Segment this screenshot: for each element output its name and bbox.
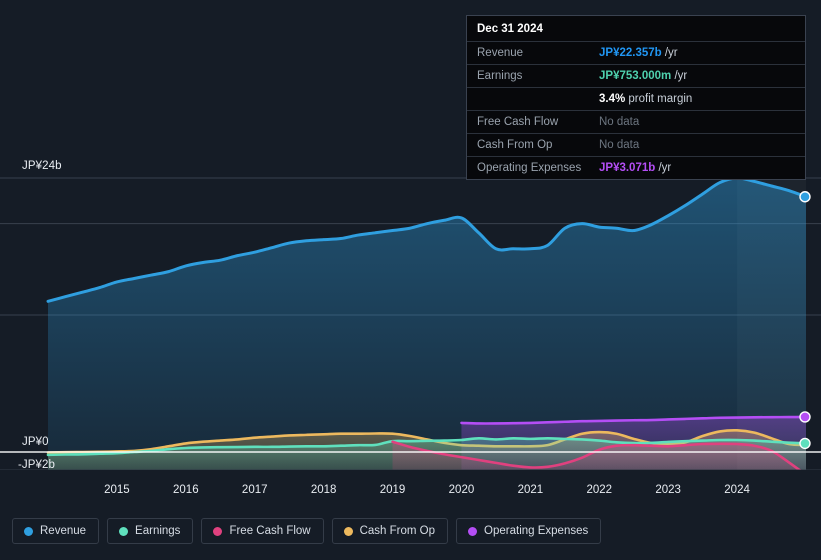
tooltip-row-value: JP¥3.071b /yr — [599, 162, 672, 174]
x-axis-tick-2024: 2024 — [724, 484, 750, 496]
data-tooltip: Dec 31 2024 Revenue JP¥22.357b /yr Earning… — [466, 15, 806, 180]
legend-item-free-cash-flow[interactable]: Free Cash Flow — [201, 518, 324, 544]
y-axis-label-zero: JP¥0 — [22, 436, 49, 448]
tooltip-row-label: Revenue — [477, 47, 524, 59]
tooltip-row-value: JP¥753.000m /yr — [599, 70, 688, 82]
tooltip-row-value: No data — [599, 139, 640, 151]
financial-chart: JP¥24b JP¥0 -JP¥2b 2015 2016 2017 2018 2019 2… — [0, 0, 821, 560]
x-axis-tick-2018: 2018 — [310, 484, 337, 496]
legend-item-label: Earnings — [135, 525, 181, 537]
legend-item-label: Revenue — [40, 525, 87, 537]
tooltip-row-label: Earnings — [477, 70, 523, 82]
tooltip-row: 3.4% profit margin — [467, 87, 805, 110]
legend-item-cash-from-op[interactable]: Cash From Op — [331, 518, 449, 544]
legend-color-dot-icon — [343, 526, 353, 536]
x-axis-tick-2017: 2017 — [241, 484, 268, 496]
x-axis-tick-2016: 2016 — [173, 484, 199, 496]
y-axis-label-bottom: -JP¥2b — [18, 459, 56, 471]
tooltip-row-value: JP¥22.357b /yr — [599, 47, 678, 59]
tooltip-date: Dec 31 2024 — [477, 23, 543, 35]
legend-color-dot-icon — [468, 526, 478, 536]
tooltip-row-label: Free Cash Flow — [477, 116, 559, 128]
tooltip-row: Free Cash Flow No data — [467, 110, 805, 133]
x-axis-tick-2020: 2020 — [448, 484, 475, 496]
tooltip-row: Earnings JP¥753.000m /yr — [467, 64, 805, 87]
legend-color-dot-icon — [119, 526, 129, 536]
legend-item-earnings[interactable]: Earnings — [107, 518, 194, 544]
x-axis-tick-2019: 2019 — [379, 484, 406, 496]
legend-item-label: Cash From Op — [359, 525, 436, 537]
legend-item-revenue[interactable]: Revenue — [12, 518, 100, 544]
legend-color-dot-icon — [213, 526, 223, 536]
tooltip-row-value: No data — [599, 116, 640, 128]
x-axis-tick-2021: 2021 — [517, 484, 544, 496]
y-axis-label-top: JP¥24b — [22, 160, 62, 172]
x-axis-tick-2015: 2015 — [104, 484, 130, 496]
tooltip-row: Cash From Op No data — [467, 133, 805, 156]
legend-item-operating-expenses[interactable]: Operating Expenses — [456, 518, 602, 544]
legend-item-label: Operating Expenses — [484, 525, 589, 537]
tooltip-row-label: Operating Expenses — [477, 162, 582, 174]
tooltip-row: Operating Expenses JP¥3.071b /yr — [467, 156, 805, 179]
legend-item-label: Free Cash Flow — [229, 525, 311, 537]
tooltip-row-label: Cash From Op — [477, 139, 553, 151]
x-axis-tick-2023: 2023 — [655, 484, 681, 496]
tooltip-row: Revenue JP¥22.357b /yr — [467, 41, 805, 64]
legend-color-dot-icon — [24, 526, 33, 536]
tooltip-row-value: 3.4% profit margin — [599, 93, 693, 105]
tooltip-rows: Revenue JP¥22.357b /yr Earnings JP¥753.000m… — [467, 41, 805, 179]
chart-legend: Revenue Earnings Free Cash Flow Cash From O… — [12, 518, 602, 544]
x-axis-tick-2022: 2022 — [586, 484, 613, 496]
